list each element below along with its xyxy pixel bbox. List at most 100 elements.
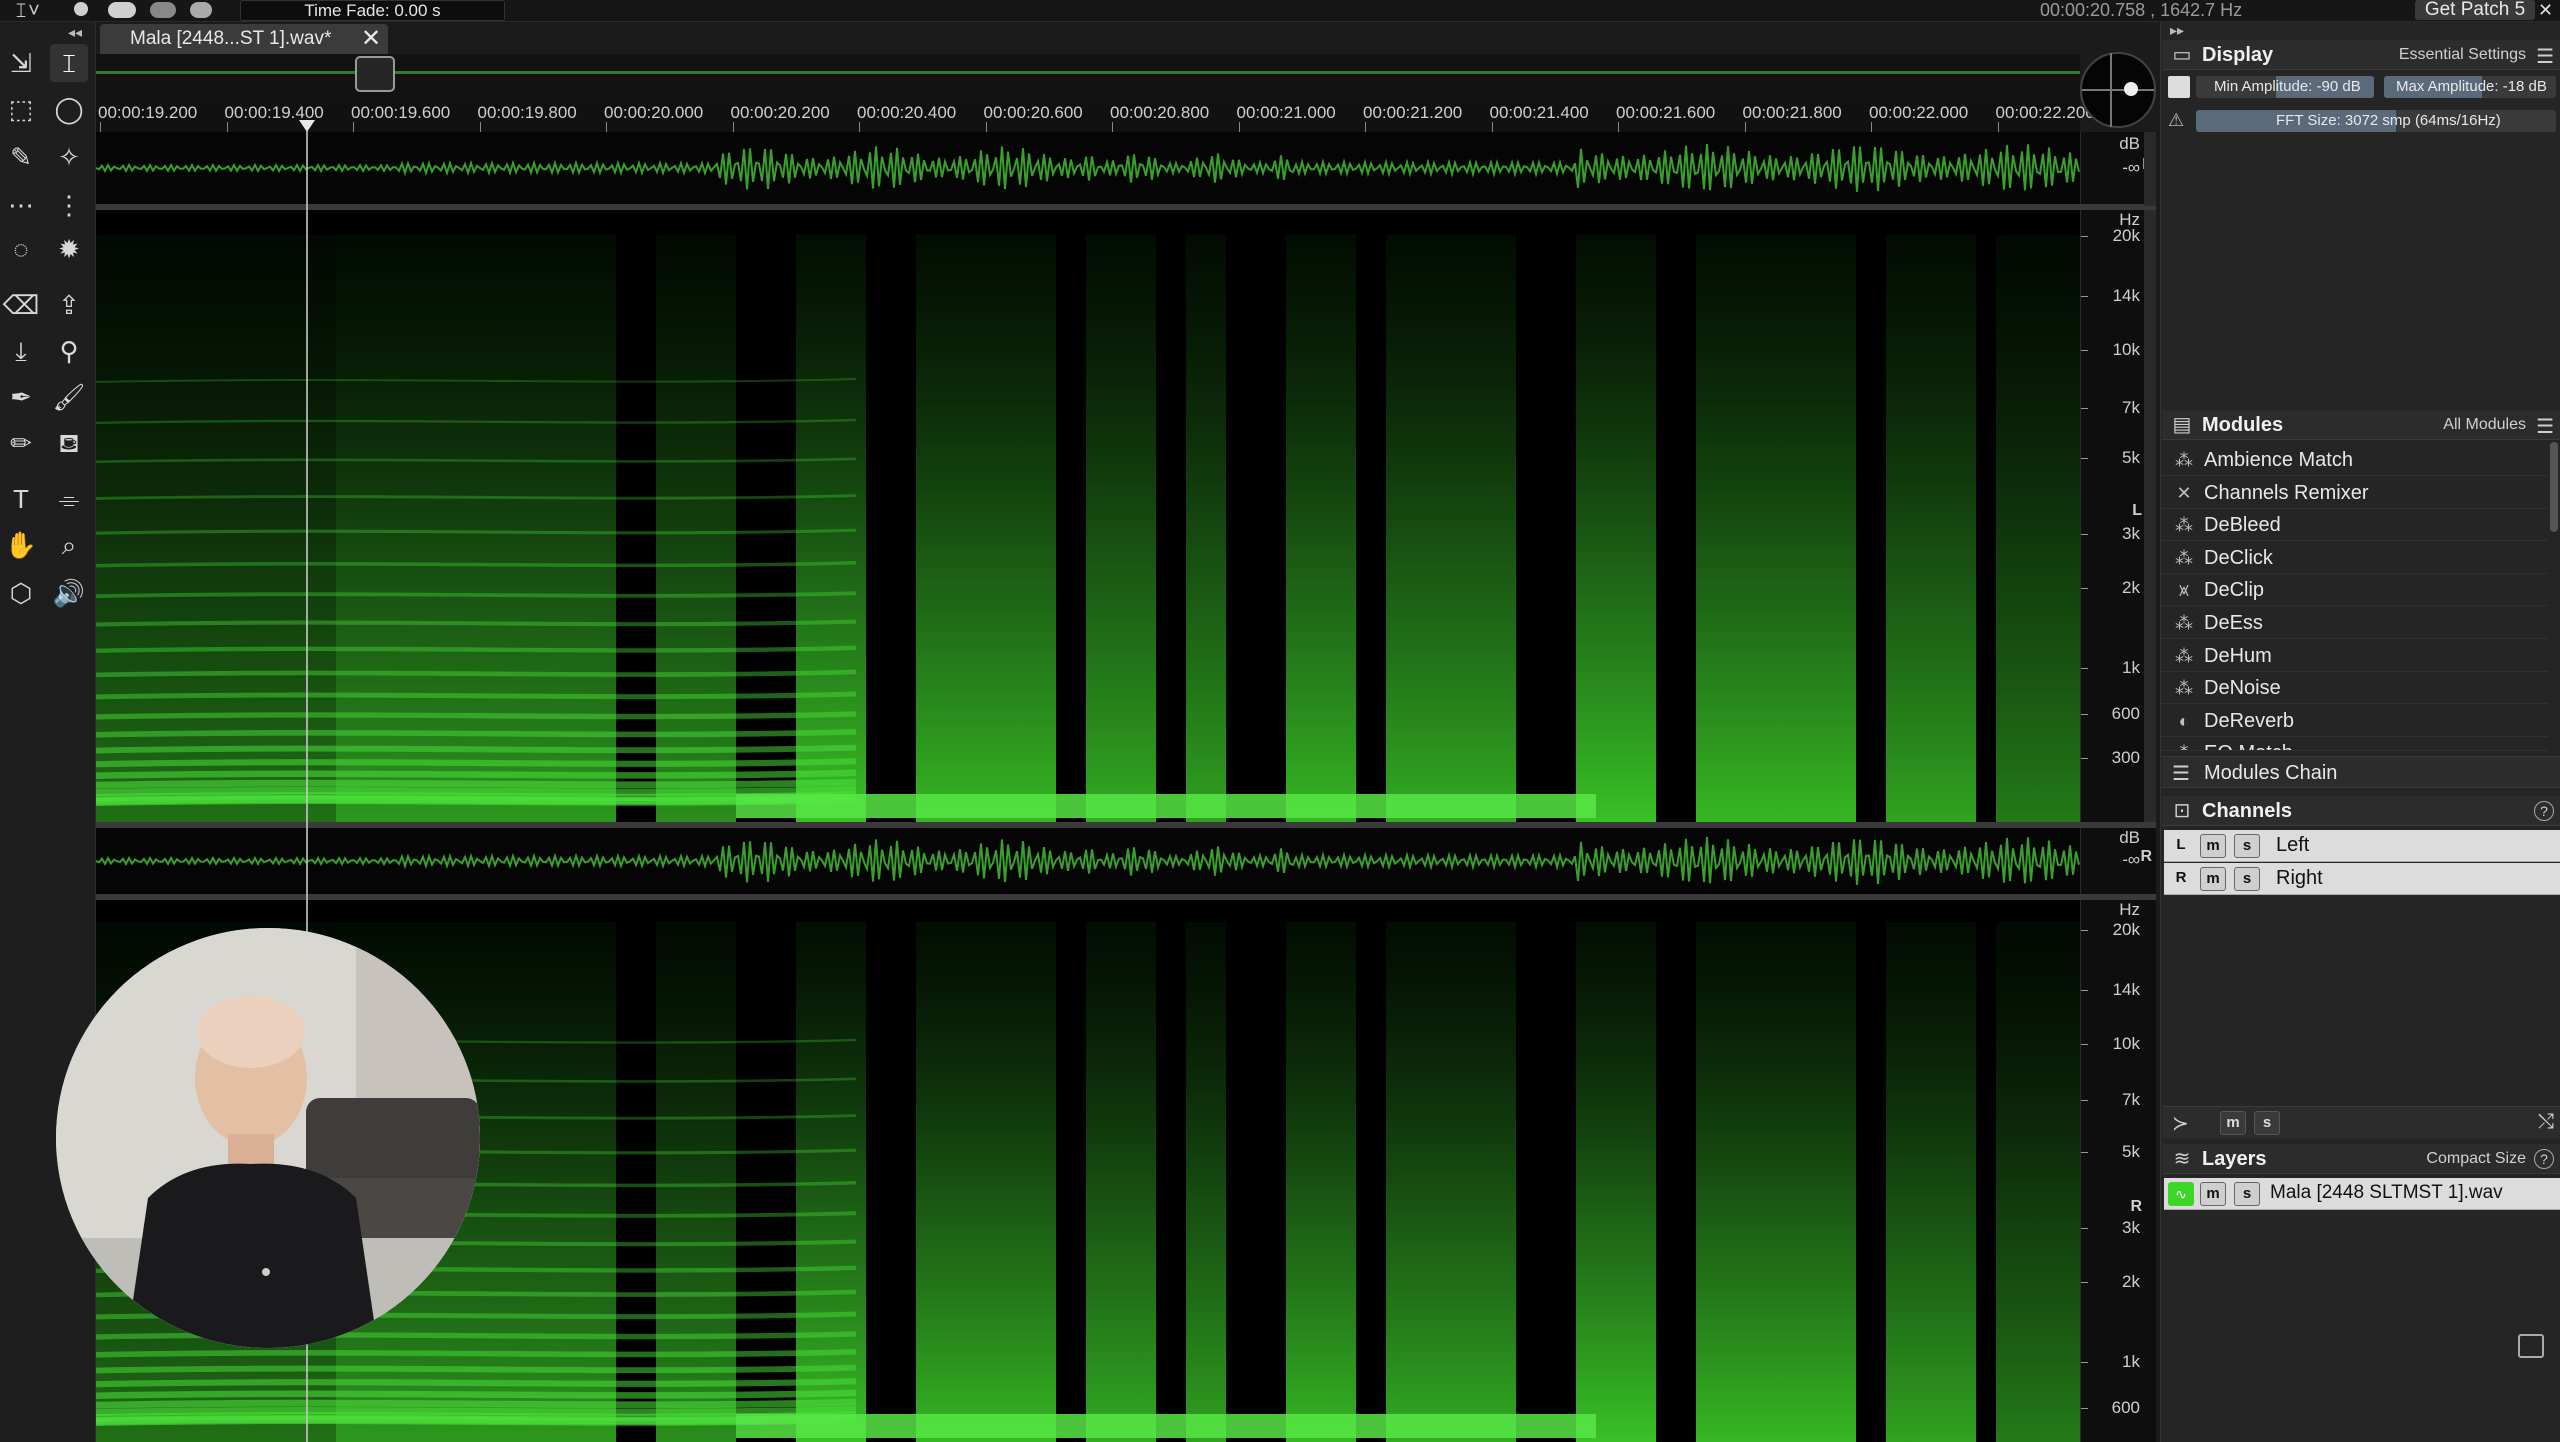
frequency-tick xyxy=(2081,236,2088,237)
rectangle-select-icon[interactable]: ⬚ xyxy=(2,90,40,128)
screenshot-icon[interactable] xyxy=(2518,1334,2544,1358)
max-amplitude-slider[interactable]: Max Amplitude: -18 dB xyxy=(2384,76,2556,98)
fill-icon[interactable]: ⛾ xyxy=(50,424,88,462)
waveform-right[interactable] xyxy=(96,828,2080,894)
frequency-select-icon[interactable]: ⋮ xyxy=(50,186,88,224)
solo-all-button[interactable]: s xyxy=(2254,1111,2280,1135)
module-item[interactable]: ⁂ DeClick xyxy=(2162,542,2548,574)
view-mode-icon[interactable] xyxy=(108,2,136,18)
time-tick-label: 00:00:20.800 xyxy=(1110,103,1210,122)
layer-solo-button[interactable]: s xyxy=(2234,1182,2260,1206)
layer-name: Mala [2448 SLTMST 1].wav xyxy=(2270,1182,2503,1203)
module-item[interactable]: ⩙ DeClip xyxy=(2162,574,2548,607)
text-icon[interactable]: T xyxy=(2,480,40,518)
module-item[interactable]: ⁂ DeHum xyxy=(2162,640,2548,672)
scrollbar[interactable] xyxy=(2144,132,2156,206)
channel-label: L xyxy=(2132,502,2142,519)
module-item[interactable]: ⁂ DeNoise xyxy=(2162,672,2548,705)
harmonic-line xyxy=(96,758,857,768)
cube-icon[interactable]: ⬡ xyxy=(2,574,40,612)
time-selection-icon[interactable]: 𝙸 xyxy=(50,44,88,82)
lasso-icon[interactable]: ◯ xyxy=(50,90,88,128)
max-amplitude-label: Max Amplitude: -18 dB xyxy=(2396,78,2547,95)
waveform-left[interactable] xyxy=(96,132,2080,204)
module-item[interactable]: ⁂ EQ Match xyxy=(2162,737,2548,752)
channel-mute-button[interactable]: m xyxy=(2200,867,2226,891)
layer-mute-button[interactable]: m xyxy=(2200,1182,2226,1206)
time-fade-display[interactable]: Time Fade: 0.00 s xyxy=(240,0,505,21)
harmonic-select-icon[interactable]: ⋯ xyxy=(2,186,40,224)
layers-title: Layers xyxy=(2202,1148,2267,1170)
pen-icon[interactable]: ✒ xyxy=(2,378,40,416)
paintbrush-icon[interactable]: 🖌 xyxy=(50,378,88,416)
min-amplitude-label: Min Amplitude: -90 dB xyxy=(2214,78,2361,95)
help-icon[interactable]: ? xyxy=(2534,1149,2554,1169)
module-item[interactable]: ◐ DeReverb xyxy=(2162,705,2548,737)
fft-size-slider[interactable]: FFT Size: 3072 smp (64ms/16Hz) xyxy=(2196,110,2556,132)
eraser-icon[interactable]: ⌫ xyxy=(2,286,40,324)
channel-mute-button[interactable]: m xyxy=(2200,834,2226,858)
channel-row[interactable]: Lm s Left xyxy=(2164,830,2560,862)
min-amplitude-slider[interactable]: Min Amplitude: -90 dB xyxy=(2196,76,2374,98)
channel-id[interactable]: L xyxy=(2168,834,2194,858)
harmonic-line xyxy=(96,729,857,738)
module-item[interactable]: ✕ Channels Remixer xyxy=(2162,477,2548,509)
eyedropper-icon[interactable]: ⌯ xyxy=(50,480,88,518)
waveform-icon[interactable]: ∿ xyxy=(2168,1182,2194,1206)
scrollbar[interactable] xyxy=(2144,210,2156,822)
frequency-label: 10k xyxy=(2112,340,2140,359)
record-icon[interactable] xyxy=(74,2,88,16)
close-icon[interactable]: ✕ xyxy=(2538,0,2553,21)
help-icon[interactable]: ? xyxy=(2534,801,2554,821)
amplitude-toggle-icon[interactable] xyxy=(2168,76,2190,98)
cursor-tool-menu-icon[interactable]: 𝙸˅ xyxy=(14,0,40,23)
expand-right-icon[interactable]: ▸▸ xyxy=(2170,22,2184,39)
tab-close-icon[interactable]: ✕ xyxy=(358,26,384,52)
pencil-icon[interactable]: ✏ xyxy=(2,424,40,462)
time-frequency-selection-icon[interactable]: ⇲ xyxy=(2,44,40,82)
gear-icon[interactable]: ✹ xyxy=(50,230,88,268)
magic-wand-icon[interactable]: ✧ xyxy=(50,138,88,176)
modules-scrollbar[interactable] xyxy=(2550,442,2558,532)
speaker-icon[interactable]: 🔊 xyxy=(50,574,88,612)
menu-icon[interactable]: ☰ xyxy=(2536,44,2554,69)
file-tab[interactable]: Mala [2448...ST 1].wav* xyxy=(100,24,388,54)
overview-view-handle[interactable] xyxy=(355,56,395,92)
spectrogram-left[interactable] xyxy=(96,210,2080,822)
harmonic-line xyxy=(96,1364,857,1374)
module-item[interactable]: ⁂ Ambience Match xyxy=(2162,444,2548,476)
route-icon[interactable]: ≻ xyxy=(2172,1111,2189,1136)
channel-row[interactable]: Rm s Right xyxy=(2164,863,2560,895)
toggle-icon[interactable] xyxy=(150,2,176,18)
hand-icon[interactable]: ✋ xyxy=(2,526,40,564)
display-preset-select[interactable]: Essential Settings xyxy=(2399,46,2526,64)
frequency-tick xyxy=(2081,534,2088,535)
channel-solo-button[interactable]: s xyxy=(2234,834,2260,858)
navigator-handle[interactable] xyxy=(2124,82,2138,96)
frequency-tick xyxy=(2081,350,2088,351)
harmonic-line xyxy=(96,744,857,754)
channel-solo-button[interactable]: s xyxy=(2234,867,2260,891)
modules-filter-select[interactable]: All Modules xyxy=(2443,416,2526,434)
zoom-icon[interactable]: ⌕ xyxy=(50,526,88,564)
layers-size-select[interactable]: Compact Size xyxy=(2426,1150,2526,1168)
layer-row[interactable]: ∿ m s Mala [2448 SLTMST 1].wav xyxy=(2164,1178,2560,1210)
upload-icon[interactable]: ⇪ xyxy=(50,286,88,324)
brush-select-icon[interactable]: ✎ xyxy=(2,138,40,176)
get-patch-button[interactable]: Get Patch 5 xyxy=(2415,0,2535,20)
shuffle-icon[interactable]: ⤭ xyxy=(2538,1111,2554,1134)
gain-icon[interactable]: ⤓ xyxy=(2,332,40,370)
modules-chain-row[interactable]: ☰ Modules Chain xyxy=(2162,756,2560,788)
find-similar-icon[interactable]: ◌ xyxy=(2,230,40,268)
stamp-icon[interactable]: ⚲ xyxy=(50,332,88,370)
frequency-label: 3k xyxy=(2122,524,2140,543)
menu-icon[interactable]: ☰ xyxy=(2536,414,2554,439)
spectral-band xyxy=(1996,921,2080,1442)
module-item[interactable]: ⁂ DeEss xyxy=(2162,607,2548,639)
mute-all-button[interactable]: m xyxy=(2220,1111,2246,1135)
compare-icon[interactable] xyxy=(190,2,212,18)
channels-header: ⊡ Channels ? xyxy=(2162,796,2560,826)
collapse-left-icon[interactable]: ◂◂ xyxy=(68,24,82,41)
channel-id[interactable]: R xyxy=(2168,867,2194,891)
module-item[interactable]: ⁂ DeBleed xyxy=(2162,509,2548,542)
